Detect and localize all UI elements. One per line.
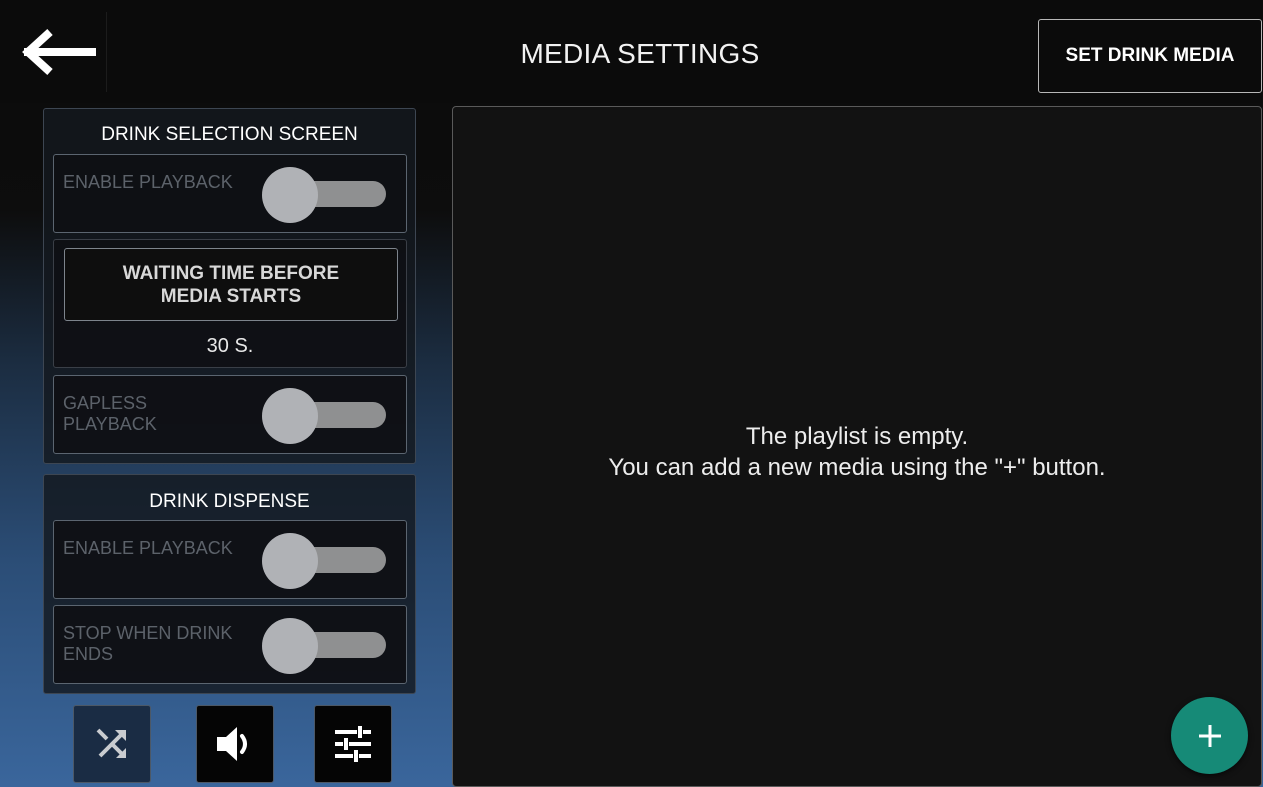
playlist-panel: The playlist is empty. You can add a new…	[452, 106, 1262, 787]
set-drink-media-button[interactable]: SET DRINK MEDIA	[1038, 19, 1262, 93]
volume-icon	[217, 727, 247, 761]
stop-when-drink-ends-knob[interactable]	[262, 618, 318, 674]
arrow-left-icon	[22, 29, 96, 75]
settings-button[interactable]	[314, 705, 392, 783]
selection-enable-playback-label: ENABLE PLAYBACK	[63, 172, 233, 192]
dispense-enable-playback-label: ENABLE PLAYBACK	[63, 538, 233, 558]
add-media-button[interactable]	[1171, 697, 1248, 774]
page-title: MEDIA SETTINGS	[520, 38, 760, 69]
drink-selection-title: DRINK SELECTION SCREEN	[101, 124, 358, 145]
playlist-empty-line2: You can add a new media using the "+" bu…	[608, 454, 1106, 481]
gapless-playback-knob[interactable]	[262, 388, 318, 444]
playlist-empty-line1: The playlist is empty.	[745, 423, 969, 450]
gapless-playback-label: GAPLESS PLAYBACK	[63, 393, 157, 434]
drink-dispense-title: DRINK DISPENSE	[149, 491, 310, 512]
dispense-enable-playback-row[interactable]: ENABLE PLAYBACK	[53, 520, 407, 599]
app-root: MEDIA SETTINGS SET DRINK MEDIA DRINK SEL…	[0, 0, 1263, 787]
playlist-empty-message: The playlist is empty. You can add a new…	[453, 421, 1261, 483]
waiting-time-box: WAITING TIME BEFORE MEDIA STARTS 30 S.	[53, 239, 407, 368]
volume-button[interactable]	[196, 705, 274, 783]
waiting-time-button[interactable]: WAITING TIME BEFORE MEDIA STARTS	[64, 248, 398, 321]
selection-enable-playback-knob[interactable]	[262, 167, 318, 223]
gapless-playback-row[interactable]: GAPLESS PLAYBACK	[53, 375, 407, 454]
back-button[interactable]	[10, 12, 107, 92]
plus-icon	[1198, 724, 1221, 747]
stop-when-drink-ends-row[interactable]: STOP WHEN DRINK ENDS	[53, 605, 407, 684]
selection-enable-playback-row[interactable]: ENABLE PLAYBACK	[53, 154, 407, 233]
drink-dispense-group: DRINK DISPENSE ENABLE PLAYBACK STOP WHEN…	[43, 474, 416, 694]
sliders-icon	[335, 726, 371, 762]
shuffle-button[interactable]	[73, 705, 151, 783]
waiting-time-label: WAITING TIME BEFORE MEDIA STARTS	[122, 262, 340, 307]
shuffle-icon	[96, 728, 126, 758]
waiting-time-value: 30 S.	[206, 335, 254, 357]
stop-when-drink-ends-label: STOP WHEN DRINK ENDS	[63, 623, 233, 664]
drink-selection-group: DRINK SELECTION SCREEN ENABLE PLAYBACK W…	[43, 108, 416, 464]
header-bar: MEDIA SETTINGS SET DRINK MEDIA	[0, 0, 1263, 103]
dispense-enable-playback-knob[interactable]	[262, 533, 318, 589]
